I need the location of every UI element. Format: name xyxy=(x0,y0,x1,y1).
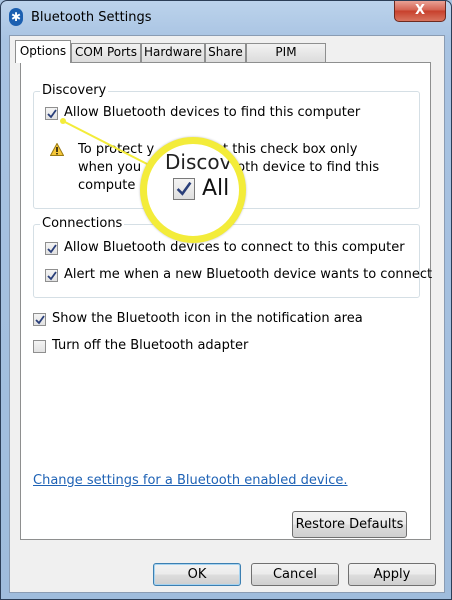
callout-pointer xyxy=(60,118,152,167)
bluetooth-settings-window: ✱ Bluetooth Settings X Options COM Ports… xyxy=(0,0,452,600)
magnifier-text-top: Discov xyxy=(165,150,232,174)
checkmark-icon xyxy=(176,181,192,196)
magnified-checkbox xyxy=(173,178,195,200)
tab-options[interactable]: Options xyxy=(15,40,71,63)
magnifier-text-main: All xyxy=(202,176,230,201)
magnifier-lens: Discov All xyxy=(140,137,246,243)
